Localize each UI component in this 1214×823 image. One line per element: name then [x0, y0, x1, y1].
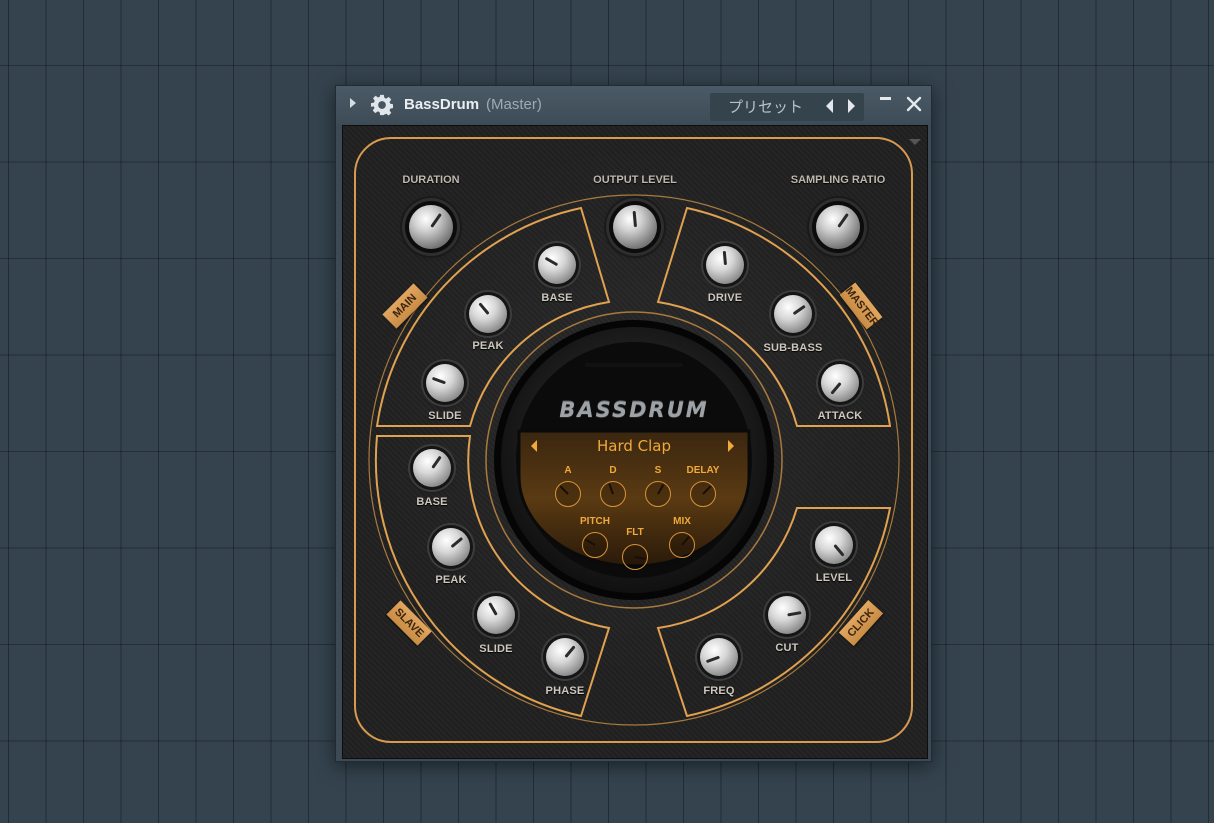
env-delay-label: DELAY	[686, 465, 720, 476]
sampling-ratio-knob[interactable]	[816, 205, 860, 249]
env-a-knob[interactable]	[555, 481, 581, 507]
master-sub-bass-label: SUB-BASS	[763, 342, 823, 354]
prev-preset-icon[interactable]	[826, 99, 833, 113]
output-level-header: OUTPUT LEVEL	[593, 174, 677, 186]
main-base-knob[interactable]	[538, 246, 576, 284]
close-icon[interactable]	[906, 96, 922, 112]
sample-name: Hard Clap	[596, 437, 672, 455]
slave-phase-knob[interactable]	[546, 638, 584, 676]
main-base-label: BASE	[541, 292, 573, 304]
master-sub-bass-knob[interactable]	[774, 295, 812, 333]
window-title: BassDrum	[404, 96, 480, 113]
preset-label: プリセット	[728, 98, 804, 116]
flt-label: FLT	[626, 527, 644, 538]
master-drive-knob[interactable]	[706, 246, 744, 284]
master-drive-label: DRIVE	[707, 292, 743, 304]
slave-base-label: BASE	[416, 496, 448, 508]
env-delay-knob[interactable]	[690, 481, 716, 507]
output-level-knob[interactable]	[613, 205, 657, 249]
slave-slide-knob[interactable]	[477, 596, 515, 634]
window-subtitle: (Master)	[486, 96, 542, 113]
slave-base-knob[interactable]	[413, 449, 451, 487]
env-d-knob[interactable]	[600, 481, 626, 507]
bassdrum-logo: BASSDRUM	[559, 398, 709, 422]
env-s-knob[interactable]	[645, 481, 671, 507]
click-level-label: LEVEL	[815, 572, 853, 584]
main-slide-label: SLIDE	[428, 410, 462, 422]
minimize-icon[interactable]	[880, 97, 891, 100]
main-peak-label: PEAK	[472, 340, 504, 352]
duration-knob[interactable]	[409, 205, 453, 249]
slave-slide-label: SLIDE	[479, 643, 513, 655]
corner-menu-icon[interactable]	[909, 139, 921, 145]
env-s-label: S	[654, 465, 662, 476]
prev-sample-icon[interactable]	[531, 440, 537, 452]
slave-peak-knob[interactable]	[432, 528, 470, 566]
gear-icon[interactable]	[371, 94, 393, 116]
next-sample-icon[interactable]	[728, 440, 734, 452]
master-attack-knob[interactable]	[821, 364, 859, 402]
env-a-label: A	[564, 465, 572, 476]
env-d-label: D	[609, 465, 617, 476]
click-freq-knob[interactable]	[700, 638, 738, 676]
plugin-panel: DURATION OUTPUT LEVEL SAMPLING RATIO MAI…	[342, 125, 928, 759]
sampling-ratio-header: SAMPLING RATIO	[790, 174, 886, 186]
pitch-label: PITCH	[580, 516, 610, 527]
slave-phase-label: PHASE	[545, 685, 585, 697]
click-cut-label: CUT	[775, 642, 799, 654]
master-attack-label: ATTACK	[817, 410, 863, 422]
duration-header: DURATION	[402, 174, 460, 186]
main-peak-knob[interactable]	[469, 295, 507, 333]
next-preset-icon[interactable]	[848, 99, 855, 113]
titlebar: BassDrum (Master) プリセット	[336, 86, 931, 124]
click-freq-label: FREQ	[703, 685, 735, 697]
main-slide-knob[interactable]	[426, 364, 464, 402]
flt-knob[interactable]	[622, 544, 648, 570]
mix-label: MIX	[673, 516, 691, 527]
slave-peak-label: PEAK	[435, 574, 467, 586]
expand-arrow-icon[interactable]	[350, 98, 356, 108]
click-level-knob[interactable]	[815, 526, 853, 564]
plugin-window: BassDrum (Master) プリセット DURATION OUTPUT …	[335, 85, 932, 762]
mix-knob[interactable]	[669, 532, 695, 558]
click-cut-knob[interactable]	[768, 596, 806, 634]
pitch-knob[interactable]	[582, 532, 608, 558]
